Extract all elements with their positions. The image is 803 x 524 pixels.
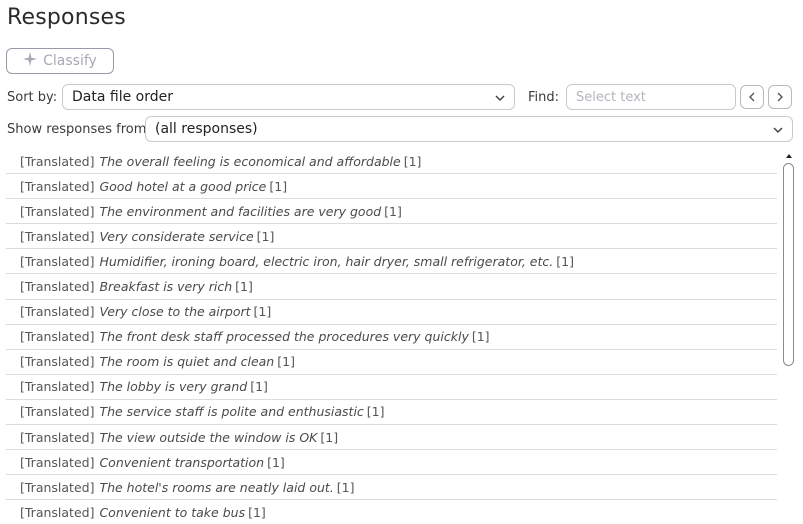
find-previous-button[interactable] bbox=[740, 85, 764, 109]
list-item[interactable]: [Translated] Breakfast is very rich [1] bbox=[6, 274, 777, 300]
chevron-down-icon bbox=[495, 95, 505, 102]
list-item[interactable]: [Translated] The service staff is polite … bbox=[6, 400, 777, 426]
classify-button[interactable]: Classify bbox=[6, 48, 114, 74]
list-item[interactable]: [Translated] Convenient to take bus [1] bbox=[6, 500, 777, 524]
show-responses-value: (all responses) bbox=[155, 121, 258, 137]
chevron-down-icon bbox=[773, 127, 783, 134]
classify-label: Classify bbox=[43, 53, 97, 69]
sort-by-label: Sort by: bbox=[7, 90, 58, 105]
chevron-left-icon bbox=[749, 92, 755, 102]
responses-list[interactable]: [Translated] The overall feeling is econo… bbox=[6, 149, 777, 524]
sort-by-value: Data file order bbox=[72, 89, 173, 105]
list-item[interactable]: [Translated] The hotel's rooms are neatly… bbox=[6, 475, 777, 501]
list-item[interactable]: [Translated] The lobby is very grand [1] bbox=[6, 375, 777, 400]
list-item[interactable]: [Translated] Convenient transportation [1] bbox=[6, 450, 777, 476]
list-item[interactable]: [Translated] The room is quiet and clean[… bbox=[6, 350, 777, 375]
scroll-up-arrow-icon[interactable] bbox=[785, 152, 793, 160]
page-title: Responses bbox=[7, 5, 126, 30]
show-responses-select[interactable]: (all responses) bbox=[145, 116, 793, 142]
list-item[interactable]: [Translated] Humidifier, ironing board, e… bbox=[6, 249, 777, 275]
sparkle-icon bbox=[23, 52, 38, 70]
show-responses-label: Show responses from: bbox=[7, 122, 151, 137]
sort-by-select[interactable]: Data file order bbox=[62, 84, 515, 110]
list-item[interactable]: [Translated] The front desk staff process… bbox=[6, 325, 777, 350]
scrollbar-thumb[interactable] bbox=[783, 163, 794, 366]
list-item[interactable]: [Translated] The overall feeling is econo… bbox=[6, 149, 777, 175]
chevron-right-icon bbox=[777, 92, 783, 102]
find-input[interactable] bbox=[566, 84, 736, 110]
list-item[interactable]: [Translated] Very close to the airport [1] bbox=[6, 300, 777, 325]
list-item[interactable]: [Translated] The view outside the window … bbox=[6, 425, 777, 451]
list-item[interactable]: [Translated] The environment and faciliti… bbox=[6, 199, 777, 225]
list-item[interactable]: [Translated] Very considerate service [1] bbox=[6, 224, 777, 250]
list-item[interactable]: [Translated] Good hotel at a good price [1… bbox=[6, 174, 777, 200]
find-label: Find: bbox=[528, 90, 560, 105]
find-next-button[interactable] bbox=[768, 85, 792, 109]
